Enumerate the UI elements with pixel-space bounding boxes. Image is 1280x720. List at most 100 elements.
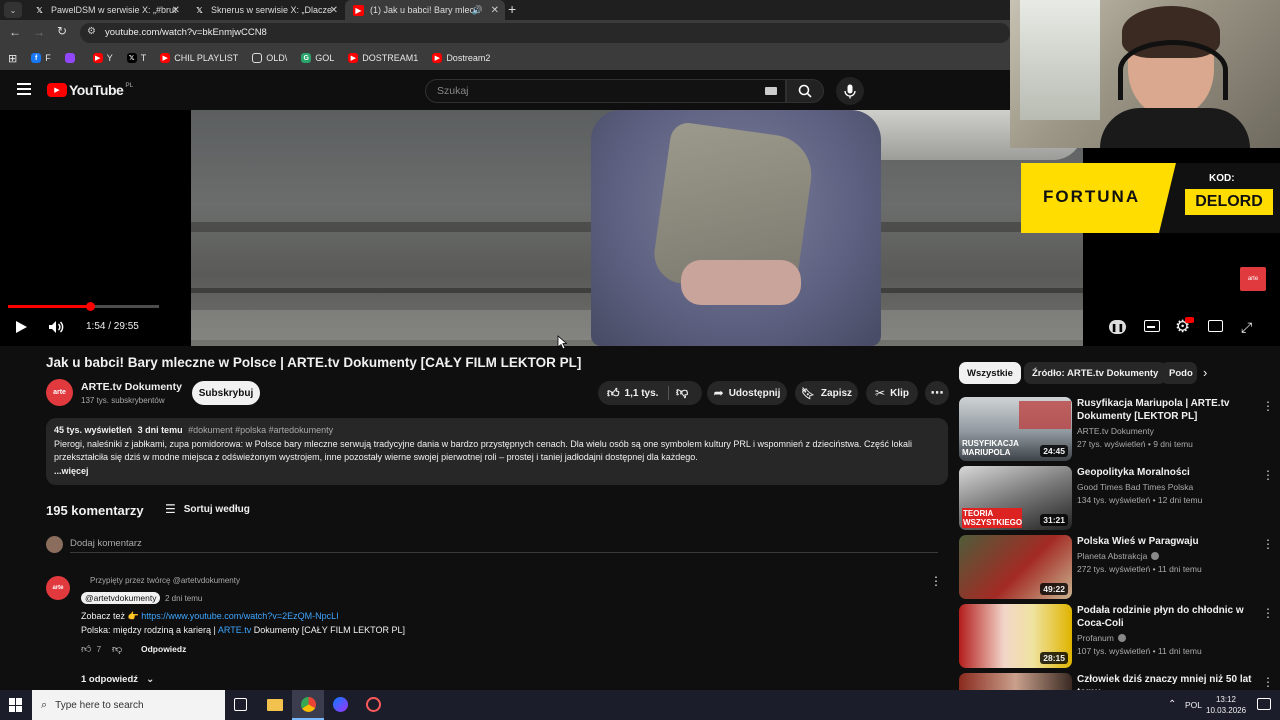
replies-toggle[interactable]: 1 odpowiedź ⌄ bbox=[81, 674, 154, 685]
more-actions-button[interactable]: ⋯ bbox=[925, 381, 949, 405]
share-button[interactable]: ➦ Udostępnij bbox=[707, 381, 787, 405]
comment-author[interactable]: @artetvdokumenty bbox=[81, 592, 161, 604]
taskbar-search-input[interactable]: Type here to search bbox=[55, 700, 143, 711]
more-vert-icon[interactable]: ⋮ bbox=[1262, 468, 1274, 482]
more-vert-icon[interactable]: ⋮ bbox=[1262, 606, 1274, 620]
notification-icon[interactable] bbox=[1257, 698, 1271, 710]
new-tab-icon[interactable]: + bbox=[508, 1, 516, 17]
address-bar[interactable]: ⚙ youtube.com/watch?v=bkEnmjwCCN8 bbox=[80, 23, 1010, 43]
thumbnail[interactable] bbox=[959, 673, 1072, 690]
recommendation-title: Podała rodzinie płyn do chłodnic w Coca-… bbox=[1077, 605, 1244, 629]
bookmark-dostream1[interactable]: ▶ DOSTREAM1 bbox=[348, 53, 418, 63]
file-explorer-icon[interactable] bbox=[267, 699, 283, 711]
view-count: 45 tys. wyświetleń bbox=[54, 425, 133, 435]
apps-icon[interactable]: ⊞ bbox=[8, 52, 17, 65]
facebook-icon: f bbox=[31, 53, 42, 63]
gol-icon: G bbox=[301, 53, 312, 63]
chip-similar[interactable]: Podo bbox=[1161, 362, 1197, 384]
browser-tab-active[interactable]: ▶ (1) Jak u babci! Bary mlecz 🔊 ✕ bbox=[345, 0, 505, 20]
volume-button[interactable] bbox=[48, 320, 65, 334]
autoplay-toggle[interactable]: ❚❚ bbox=[1109, 320, 1126, 334]
close-tab-icon[interactable]: ✕ bbox=[330, 5, 338, 16]
site-info-icon[interactable]: ⚙ bbox=[87, 26, 96, 37]
like-button[interactable]: 👍︎ 1,1 tys. bbox=[598, 386, 658, 401]
hashtags[interactable]: #dokument #polska #artedokumenty bbox=[188, 425, 333, 435]
progress-scrubber[interactable] bbox=[86, 302, 96, 311]
reload-icon[interactable]: ↻ bbox=[57, 24, 67, 38]
recommendation-item[interactable]: RUSYFIKACJA MARIUPOLA 24:45 Rusyfikacja … bbox=[959, 397, 1274, 461]
scissors-icon: ✂ bbox=[875, 386, 886, 400]
bookmark-chil-playlist[interactable]: ▶ CHIL PLAYLIST bbox=[160, 53, 238, 63]
subscribe-button[interactable]: Subskrybuj bbox=[192, 381, 260, 405]
add-comment-input[interactable]: Dodaj komentarz bbox=[70, 538, 142, 549]
search-box[interactable]: Szukaj bbox=[425, 79, 786, 103]
chrome-taskbar-icon[interactable] bbox=[292, 690, 324, 720]
thumbnail[interactable]: TEORIA WSZYSTKIEGO 31:21 bbox=[959, 466, 1072, 530]
language-indicator[interactable]: POL bbox=[1185, 700, 1202, 710]
chip-source[interactable]: Źródło: ARTE.tv Dokumenty bbox=[1024, 362, 1167, 384]
bookmark-dostream2[interactable]: ▶ Dostream2 bbox=[432, 53, 490, 63]
clip-button[interactable]: ✂ Klip bbox=[866, 381, 918, 405]
messenger-taskbar-icon[interactable] bbox=[333, 697, 348, 712]
description-box[interactable]: 45 tys. wyświetleń 3 dni temu #dokument … bbox=[46, 418, 948, 485]
channel-name[interactable]: ARTE.tv Dokumenty bbox=[81, 381, 182, 393]
comment-avatar[interactable]: arte bbox=[46, 576, 70, 600]
tab-search-icon[interactable]: ⌄ bbox=[4, 2, 22, 18]
back-icon[interactable]: ← bbox=[9, 25, 21, 39]
channel-avatar[interactable]: arte bbox=[46, 379, 73, 406]
comment-dislike-button[interactable]: 👎︎ bbox=[112, 643, 122, 655]
search-input[interactable]: Szukaj bbox=[437, 85, 469, 97]
more-vert-icon[interactable]: ⋮ bbox=[1262, 675, 1274, 689]
app-taskbar-icon[interactable] bbox=[366, 697, 381, 712]
progress-track[interactable] bbox=[8, 302, 159, 311]
save-button[interactable]: 🔖︎ Zapisz bbox=[795, 381, 858, 405]
settings-button[interactable]: ⚙ bbox=[1175, 317, 1194, 337]
recommendation-item[interactable]: 49:22 Polska Wieś w Paragwaju Planeta Ab… bbox=[959, 535, 1274, 599]
voice-search-button[interactable] bbox=[836, 77, 864, 105]
clock[interactable]: 13:12 10.03.2026 bbox=[1206, 694, 1246, 716]
keyboard-icon[interactable] bbox=[765, 87, 777, 95]
dislike-button[interactable]: 👎︎ bbox=[676, 385, 688, 400]
recommendation-item[interactable]: Człowiek dziś znaczy mniej niż 50 lat te… bbox=[959, 673, 1274, 690]
recommendation-item[interactable]: TEORIA WSZYSTKIEGO 31:21 Geopolityka Mor… bbox=[959, 466, 1274, 530]
bookmark-gol[interactable]: G GOL bbox=[301, 53, 334, 63]
reply-button[interactable]: Odpowiedz bbox=[141, 644, 186, 654]
thumbnail[interactable]: 49:22 bbox=[959, 535, 1072, 599]
taskbar-search[interactable]: ⌕ Type here to search bbox=[32, 690, 225, 720]
sort-button[interactable]: ☰ Sortuj według bbox=[165, 502, 250, 516]
youtube-favicon-icon: ▶ bbox=[353, 4, 364, 16]
comment-more-icon[interactable]: ⋮ bbox=[930, 574, 942, 588]
thumbnail[interactable]: 28:15 bbox=[959, 604, 1072, 668]
chevron-right-icon[interactable]: › bbox=[1203, 365, 1207, 380]
youtube-logo[interactable]: ▶ YouTube PL bbox=[47, 82, 133, 98]
more-link[interactable]: ...więcej bbox=[54, 465, 940, 479]
comment-link[interactable]: https://www.youtube.com/watch?v=2EzQM-Np… bbox=[141, 611, 338, 621]
bookmark-t[interactable]: 𝕏T bbox=[126, 53, 146, 63]
bookmark-f[interactable]: fF bbox=[31, 53, 51, 63]
chip-all[interactable]: Wszystkie bbox=[959, 362, 1021, 384]
recommendation-item[interactable]: 28:15 Podała rodzinie płyn do chłodnic w… bbox=[959, 604, 1274, 668]
bookmark-old[interactable]: OLD\ bbox=[252, 53, 287, 63]
browser-tab[interactable]: 𝕏 PawelDSM w serwisie X: „#brut ✕ bbox=[26, 0, 186, 20]
menu-icon[interactable] bbox=[17, 83, 31, 95]
search-button[interactable] bbox=[786, 79, 824, 103]
more-vert-icon[interactable]: ⋮ bbox=[1262, 537, 1274, 551]
play-button[interactable] bbox=[14, 320, 28, 334]
more-vert-icon[interactable]: ⋮ bbox=[1262, 399, 1274, 413]
tray-chevron-icon[interactable]: ⌃ bbox=[1168, 699, 1176, 710]
close-tab-icon[interactable]: ✕ bbox=[172, 5, 180, 16]
bookmark-twitch[interactable] bbox=[64, 53, 79, 63]
start-button[interactable] bbox=[9, 698, 23, 712]
fullscreen-button[interactable]: ⤢ bbox=[1241, 319, 1252, 336]
browser-tab[interactable]: 𝕏 Sknerus w serwisie X: „Dlacze ✕ bbox=[186, 0, 344, 20]
comment-like-button[interactable]: 👍︎ 7 bbox=[81, 643, 101, 655]
subtitles-button[interactable] bbox=[1144, 320, 1160, 332]
thumbnail[interactable]: RUSYFIKACJA MARIUPOLA 24:45 bbox=[959, 397, 1072, 461]
speaker-icon[interactable]: 🔊 bbox=[472, 5, 483, 16]
comment-channel-link[interactable]: ARTE.tv bbox=[218, 625, 251, 635]
close-tab-icon[interactable]: ✕ bbox=[491, 5, 499, 16]
task-view-icon[interactable] bbox=[234, 698, 247, 711]
forward-icon[interactable]: → bbox=[33, 25, 45, 39]
miniplayer-button[interactable] bbox=[1208, 320, 1223, 332]
bookmark-y[interactable]: ▶ Y bbox=[92, 53, 113, 63]
